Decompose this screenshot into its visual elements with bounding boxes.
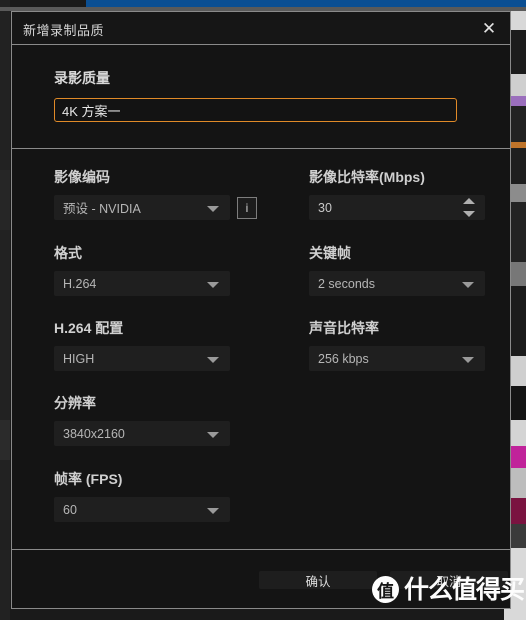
add-recording-quality-dialog: 新增录制品质 ✕ 录影质量 影像编码 预设 - NVIDIA	[11, 11, 511, 609]
select-value-format: H.264	[63, 276, 97, 291]
select-value-resolution: 3840x2160	[63, 426, 125, 441]
chevron-down-icon	[207, 281, 219, 288]
chevron-down-icon	[207, 507, 219, 514]
field-video-bitrate: 影像比特率(Mbps) 30	[309, 167, 485, 220]
field-h264-profile: H.264 配置 HIGH	[54, 318, 230, 371]
spinner-value-video-bitrate: 30	[318, 200, 332, 215]
field-label-resolution: 分辨率	[54, 395, 96, 411]
field-audio-bitrate: 声音比特率 256 kbps	[309, 318, 485, 371]
select-value-fps: 60	[63, 502, 77, 517]
confirm-button[interactable]: 确认	[259, 571, 377, 589]
select-value-h264-profile: HIGH	[63, 351, 95, 366]
stepper-up-icon[interactable]	[463, 198, 475, 204]
quality-name-section: 录影质量	[12, 45, 510, 149]
field-resolution: 分辨率 3840x2160	[54, 393, 230, 446]
stepper-arrows-icon[interactable]	[463, 198, 475, 217]
dialog-titlebar: 新增录制品质 ✕	[12, 12, 510, 45]
quality-name-input-wrapper[interactable]	[54, 98, 457, 122]
select-value-video-encoder: 预设 - NVIDIA	[63, 202, 141, 216]
field-fps: 帧率 (FPS) 60	[54, 469, 230, 522]
select-value-keyframe: 2 seconds	[318, 276, 375, 291]
field-label-video-bitrate: 影像比特率(Mbps)	[309, 169, 425, 185]
quality-name-input[interactable]	[55, 100, 456, 120]
select-h264-profile[interactable]: HIGH	[54, 346, 230, 371]
field-label-format: 格式	[54, 245, 82, 261]
background-left-strip	[0, 0, 10, 620]
info-icon-video-encoder[interactable]: i	[237, 196, 257, 219]
field-label-h264-profile: H.264 配置	[54, 320, 124, 336]
chevron-down-icon	[462, 281, 474, 288]
select-fps[interactable]: 60	[54, 497, 230, 522]
screen: 新增录制品质 ✕ 录影质量 影像编码 预设 - NVIDIA	[0, 0, 526, 620]
select-video-encoder[interactable]: 预设 - NVIDIA	[54, 195, 230, 220]
select-format[interactable]: H.264	[54, 271, 230, 296]
quality-name-label: 录影质量	[54, 70, 110, 86]
field-keyframe: 关键帧 2 seconds	[309, 243, 485, 296]
chevron-down-icon	[207, 356, 219, 363]
chevron-down-icon	[207, 431, 219, 438]
field-label-audio-bitrate: 声音比特率	[309, 320, 379, 336]
select-audio-bitrate[interactable]: 256 kbps	[309, 346, 485, 371]
stepper-down-icon[interactable]	[463, 211, 475, 217]
field-format: 格式 H.264	[54, 243, 230, 296]
background-title-bar	[86, 0, 526, 7]
chevron-down-icon	[207, 205, 219, 212]
select-resolution[interactable]: 3840x2160	[54, 421, 230, 446]
cancel-button[interactable]: 取消	[390, 571, 508, 589]
spinner-video-bitrate[interactable]: 30	[309, 195, 485, 220]
select-keyframe[interactable]: 2 seconds	[309, 271, 485, 296]
field-video-encoder: 影像编码 预设 - NVIDIA i	[54, 167, 257, 220]
select-value-audio-bitrate: 256 kbps	[318, 351, 369, 366]
field-label-video-encoder: 影像编码	[54, 169, 110, 185]
close-icon[interactable]: ✕	[474, 15, 504, 41]
dialog-title: 新增录制品质	[23, 23, 105, 38]
field-label-keyframe: 关键帧	[309, 245, 351, 261]
field-label-fps: 帧率 (FPS)	[54, 471, 123, 487]
settings-body: 影像编码 预设 - NVIDIA i 格式 H.264 H.264 配置 HIG…	[12, 149, 510, 549]
chevron-down-icon	[462, 356, 474, 363]
dialog-footer: 确认 取消	[12, 549, 510, 607]
